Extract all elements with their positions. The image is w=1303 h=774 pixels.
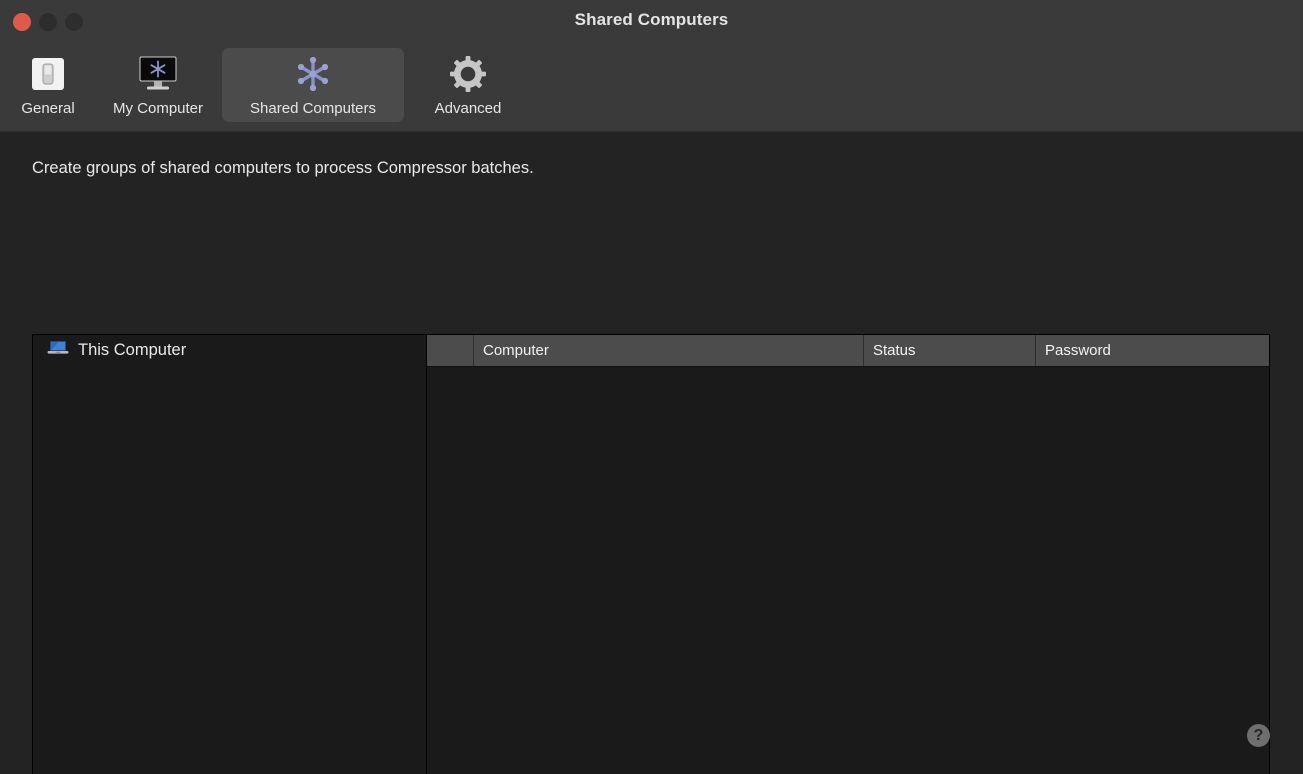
column-header-password[interactable]: Password — [1035, 335, 1269, 366]
tab-shared-computers[interactable]: Shared Computers — [222, 48, 404, 122]
computers-pane: Computer Status Password + − Enable auto… — [426, 334, 1270, 774]
laptop-icon — [47, 340, 69, 360]
switch-icon — [26, 54, 70, 94]
title-bar: Shared Computers — [0, 0, 1303, 44]
window-title: Shared Computers — [0, 10, 1303, 30]
column-header-computer[interactable]: Computer — [473, 335, 863, 366]
tab-my-computer[interactable]: My Computer — [94, 48, 222, 122]
gear-icon — [446, 54, 490, 94]
tab-advanced[interactable]: Advanced — [404, 48, 532, 122]
display-icon — [136, 54, 180, 94]
groups-pane: This Computer + − — [32, 334, 426, 774]
tab-shared-computers-label: Shared Computers — [250, 100, 376, 117]
column-header-status[interactable]: Status — [863, 335, 1035, 366]
shared-computers-window: Shared Computers General — [0, 0, 1303, 774]
shared-computers-pane: Create groups of shared computers to pro… — [0, 132, 1303, 774]
computers-table-header: Computer Status Password — [427, 335, 1269, 367]
help-button[interactable]: ? — [1247, 724, 1270, 747]
pane-description: Create groups of shared computers to pro… — [32, 132, 1271, 177]
list-item[interactable]: This Computer — [33, 337, 426, 363]
preferences-toolbar: General My Computer — [0, 44, 1303, 132]
cluster-asterisk-icon — [291, 54, 335, 94]
column-header-checkbox[interactable] — [427, 335, 473, 366]
tab-general[interactable]: General — [2, 48, 94, 122]
computers-table-body[interactable] — [427, 367, 1269, 774]
groups-list[interactable]: This Computer — [33, 335, 426, 774]
list-item-label: This Computer — [78, 341, 186, 360]
tab-general-label: General — [21, 100, 74, 117]
panes-container: This Computer + − Computer Status Passwo… — [32, 334, 1270, 774]
tab-advanced-label: Advanced — [435, 100, 502, 117]
tab-my-computer-label: My Computer — [113, 100, 203, 117]
